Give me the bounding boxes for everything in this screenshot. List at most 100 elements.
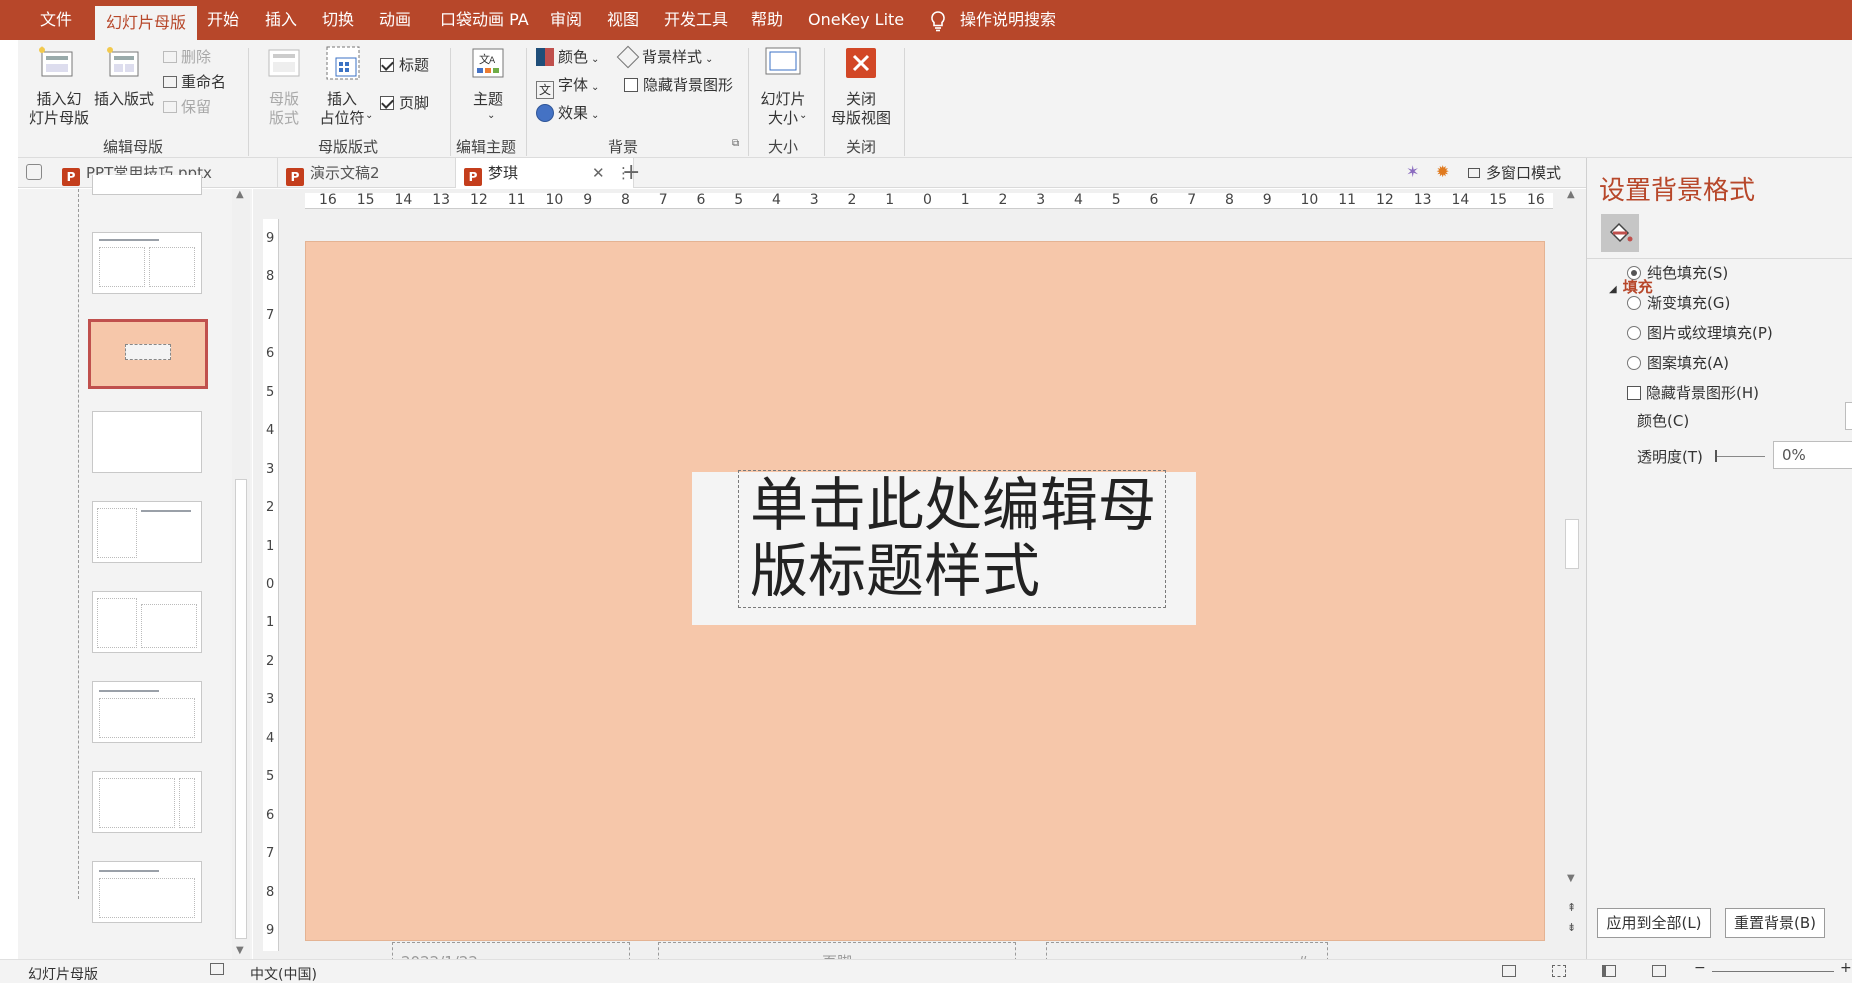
menu-review[interactable]: 审阅 [550, 0, 582, 40]
ruler-tick-label: 1 [266, 615, 275, 631]
menu-tell-me-search[interactable]: 操作说明搜索 [960, 0, 1056, 40]
ruler-tick-label: 15 [356, 192, 375, 208]
colors-dropdown[interactable]: 颜色 ⌄ [536, 46, 599, 68]
menu-slide-master[interactable]: 幻灯片母版 [95, 6, 198, 40]
slider-handle[interactable] [1715, 450, 1717, 462]
apply-to-all-button[interactable]: 应用到全部(L) [1597, 908, 1711, 938]
multi-window-mode-button[interactable]: 多窗口模式 [1468, 158, 1561, 188]
slide-thumbnail[interactable] [92, 771, 202, 833]
scroll-down-icon[interactable]: ▼ [1567, 873, 1575, 884]
menu-help[interactable]: 帮助 [751, 0, 783, 40]
transparency-slider[interactable] [1715, 450, 1765, 462]
option-label: 纯色填充(S) [1647, 264, 1729, 282]
group-label-master-layout: 母版版式 [318, 138, 379, 156]
scroll-up-icon[interactable]: ▲ [236, 189, 244, 200]
scrollbar-thumb[interactable] [1565, 519, 1579, 569]
slide-thumbnail-selected[interactable] [88, 319, 208, 389]
magic-wand-icon[interactable]: ✶ [1406, 162, 1419, 181]
canvas-vertical-scrollbar[interactable]: ▲ ▼ [1563, 189, 1581, 887]
accessibility-icon[interactable] [210, 963, 224, 975]
fonts-dropdown[interactable]: 文字体 ⌄ [536, 74, 599, 99]
fonts-label: 字体 [558, 76, 589, 94]
color-picker-button[interactable] [1845, 402, 1852, 430]
menu-insert[interactable]: 插入 [265, 0, 297, 40]
background-styles-dropdown[interactable]: 背景样式 ⌄ [616, 45, 713, 69]
reset-background-button[interactable]: 重置背景(B) [1725, 908, 1825, 938]
menu-home[interactable]: 开始 [207, 0, 239, 40]
effects-dropdown[interactable]: 效果 ⌄ [536, 102, 599, 124]
picture-texture-fill-radio[interactable]: 图片或纹理填充(P) [1627, 322, 1773, 344]
delete-button[interactable]: 删除 [163, 46, 211, 68]
insert-placeholder-icon [326, 46, 360, 80]
delete-label: 删除 [181, 48, 212, 66]
ruler-tick-label: 10 [545, 192, 564, 208]
insert-layout-icon [107, 47, 139, 77]
tab-switcher-icon[interactable] [26, 164, 42, 180]
slide-thumbnail[interactable] [92, 591, 202, 653]
scrollbar-thumb[interactable] [235, 479, 247, 939]
scroll-up-icon[interactable]: ▲ [1567, 189, 1575, 200]
status-language[interactable]: 中文(中国) [250, 964, 317, 984]
thumbnail-scrollbar[interactable]: ▲ ▼ [232, 189, 250, 959]
slide-thumbnail[interactable] [92, 411, 202, 473]
solid-fill-radio[interactable]: 纯色填充(S) [1627, 262, 1728, 284]
checkbox-unchecked-icon [624, 78, 638, 92]
multi-window-label: 多窗口模式 [1486, 164, 1562, 182]
settings-gear-icon[interactable]: ✹ [1436, 162, 1449, 181]
preserve-button[interactable]: 保留 [163, 96, 211, 118]
slide-size-label: 幻灯片 大小 [760, 90, 806, 127]
thumbnail-content-box [97, 508, 137, 558]
rename-button[interactable]: 重命名 [163, 71, 226, 93]
tab-mengqi[interactable]: P 梦琪 ✕ ⋮ [456, 158, 634, 188]
group-label-edit-theme: 编辑主题 [456, 138, 517, 156]
pattern-fill-radio[interactable]: 图案填充(A) [1627, 352, 1729, 374]
slide-thumbnail[interactable] [92, 501, 202, 563]
dialog-launcher-icon[interactable]: ⧉ [732, 138, 739, 149]
horizontal-ruler: 16 15 14 13 12 11 10 9 8 7 6 5 4 3 2 1 0 1 2 3 4 5 6 7 8 9 10 11 12 1… [305, 192, 1553, 209]
slide[interactable]: 单击此处编辑母版标题样式 2022/1/22 页脚 ‹#› [305, 241, 1545, 982]
add-tab-icon[interactable]: + [622, 158, 640, 188]
slide-thumbnail[interactable] [92, 861, 202, 923]
gradient-fill-radio[interactable]: 渐变填充(G) [1627, 292, 1730, 314]
slideshow-icon[interactable] [1652, 965, 1666, 977]
menu-pocket-animation[interactable]: 口袋动画 PA [440, 0, 529, 40]
zoom-slider[interactable] [1712, 971, 1834, 972]
zoom-in-icon[interactable]: + [1840, 960, 1852, 976]
tab-presentation-2[interactable]: P 演示文稿2 [278, 158, 456, 188]
slide-thumbnail[interactable] [92, 175, 202, 195]
slide-thumbnail[interactable] [92, 681, 202, 743]
vertical-ruler: 9 8 7 6 5 4 3 2 1 0 1 2 3 4 5 6 7 8 9 [263, 219, 279, 951]
slide-sorter-icon[interactable] [1552, 965, 1566, 977]
menu-animations[interactable]: 动画 [379, 0, 411, 40]
next-slide-icon[interactable]: ⇟ [1567, 921, 1576, 934]
title-checkbox[interactable]: 标题 [380, 54, 429, 76]
footer-checkbox[interactable]: 页脚 [380, 92, 429, 114]
close-tab-icon[interactable]: ✕ [592, 158, 605, 188]
radio-selected-icon [1627, 266, 1641, 280]
slide-thumbnail[interactable] [92, 232, 202, 294]
hide-background-graphics-checkbox[interactable]: 隐藏背景图形 [624, 74, 733, 96]
slide-title[interactable]: 单击此处编辑母版标题样式 [750, 472, 1170, 604]
menu-transitions[interactable]: 切换 [322, 0, 354, 40]
scroll-down-icon[interactable]: ▼ [236, 945, 244, 956]
chevron-down-icon: ⌄ [487, 110, 496, 121]
transparency-input[interactable]: 0% [1773, 441, 1852, 469]
insert-placeholder-label: 插入 占位符 [319, 90, 365, 127]
fill-tab[interactable] [1601, 214, 1639, 252]
menu-view[interactable]: 视图 [607, 0, 639, 40]
title-checkbox-label: 标题 [399, 56, 430, 74]
hide-background-graphics-checkbox[interactable]: 隐藏背景图形(H) [1627, 382, 1759, 404]
menu-onekey-lite[interactable]: OneKey Lite [808, 0, 904, 40]
normal-view-icon[interactable] [1502, 965, 1516, 977]
zoom-out-icon[interactable]: − [1694, 960, 1706, 976]
ruler-tick-label: 15 [1489, 192, 1508, 208]
previous-slide-icon[interactable]: ⇞ [1567, 901, 1576, 914]
menu-developer[interactable]: 开发工具 [664, 0, 728, 40]
chevron-down-icon: ⌄ [799, 110, 808, 121]
thumbnail-title-line [99, 239, 159, 241]
menu-file[interactable]: 文件 [40, 0, 72, 40]
windows-icon [1468, 168, 1480, 178]
ruler-tick-label: 2 [847, 192, 857, 208]
reading-view-icon[interactable] [1602, 965, 1616, 977]
ruler-tick-label: 0 [266, 577, 275, 592]
